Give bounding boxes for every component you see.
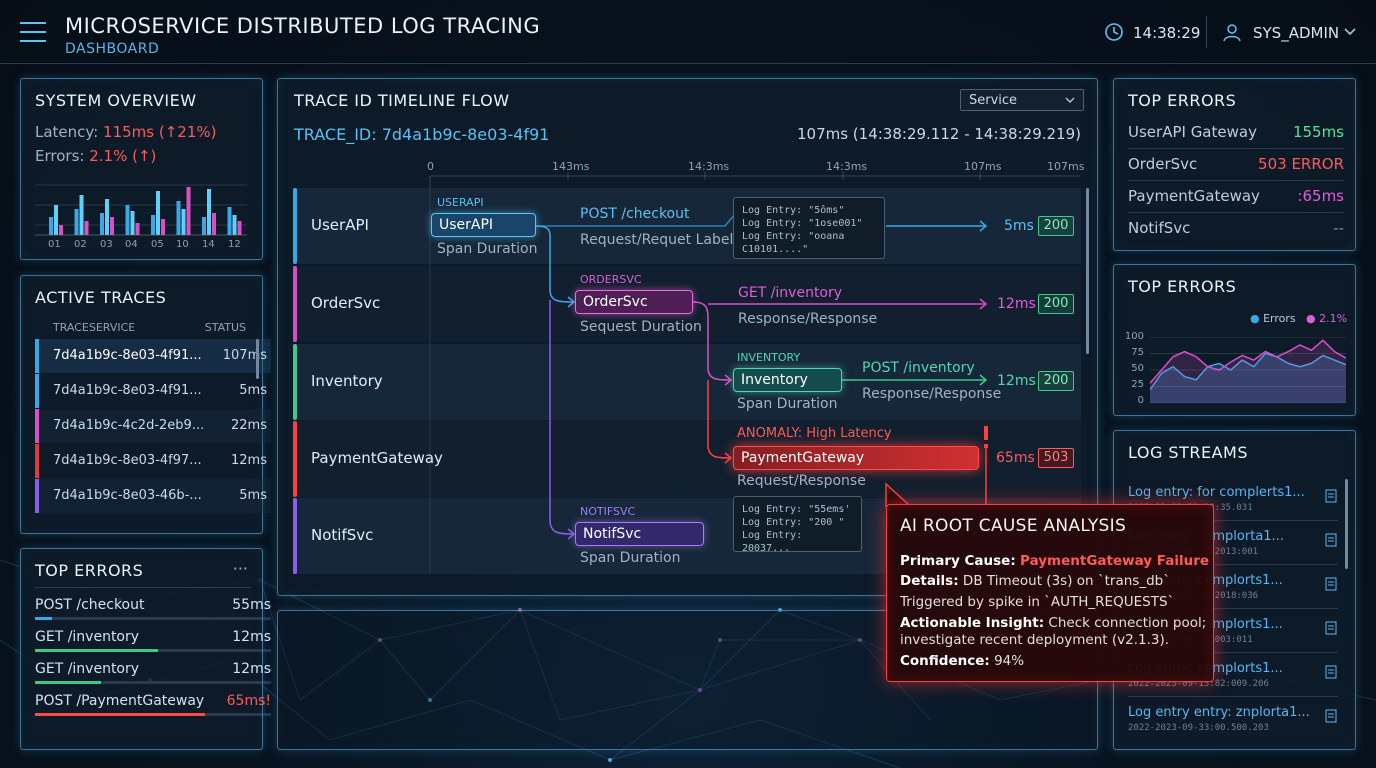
error-service-row[interactable]: UserAPI Gateway 155ms	[1128, 117, 1344, 149]
span-call-sub: Response/Response	[738, 311, 878, 327]
legend-pct: ● 2.1%	[1306, 312, 1348, 325]
span-inventory[interactable]: Inventory	[733, 368, 842, 392]
status-badge: 200	[1038, 294, 1074, 314]
span-tag: NOTIFSVC	[580, 505, 636, 518]
error-service-row[interactable]: OrderSvc 503 ERROR	[1128, 149, 1344, 181]
span-ms: 12ms	[997, 373, 1036, 389]
status-badge: 503	[1038, 448, 1074, 468]
legend-errors: ● Errors	[1250, 312, 1296, 325]
ai-insight-label: Actionable Insight:	[900, 615, 1045, 631]
log-line: Log Entry: "5ôms"	[742, 205, 845, 216]
span-ms: 65ms	[996, 450, 1035, 466]
ai-details-value: DB Timeout (3s) on `trans_db`	[962, 573, 1170, 589]
legend-pct-label: 2.1%	[1319, 312, 1348, 325]
y-tick: 50	[1131, 363, 1144, 374]
ai-trigger: Triggered by spike in `AUTH_REQUESTS`	[900, 594, 1175, 610]
y-tick: 75	[1131, 347, 1144, 358]
span-ms: 5ms	[1004, 218, 1034, 234]
log-entry-box: Log Entry: "5ôms" Log Entry: "1ose001" L…	[733, 197, 885, 259]
error-service-row[interactable]: PaymentGateway :65ms	[1128, 181, 1344, 213]
document-icon[interactable]	[1324, 709, 1338, 723]
log-entry-box: Log Entry: "55ems' Log Entry: "200 " Log…	[733, 496, 862, 554]
status-badge: 200	[1038, 371, 1074, 391]
service-value: 503 ERROR	[1258, 155, 1344, 173]
span-call: POST /checkout	[580, 206, 690, 222]
ai-primary-label: Primary Cause:	[900, 553, 1016, 569]
ai-primary: Primary Cause: PaymentGateway Failure	[900, 553, 1209, 569]
document-icon[interactable]	[1324, 489, 1338, 503]
y-tick-labels: 100 75 50 25 0	[1120, 331, 1148, 411]
top-errors-area-chart	[1150, 337, 1346, 403]
span-call: POST /inventory	[862, 360, 975, 376]
service-label: NotifSvc	[1128, 219, 1191, 237]
span-paymentgateway[interactable]: PaymentGateway	[733, 446, 979, 470]
ai-confidence-value: 94%	[994, 653, 1025, 669]
ai-insight: Actionable Insight: Check connection poo…	[900, 615, 1206, 631]
span-sub: Sequest Duration	[580, 319, 702, 335]
top-errors-right-panel: TOP ERRORS UserAPI Gateway 155ms OrderSv…	[1113, 78, 1356, 251]
service-value: 155ms	[1292, 123, 1344, 141]
span-tag: ORDERSVC	[580, 273, 642, 286]
log-line: Log Entry: "ooana C10101...."	[742, 231, 845, 255]
span-userapi[interactable]: UserAPI	[431, 213, 536, 237]
anomaly-tag: ANOMALY: High Latency	[737, 426, 892, 441]
status-badge: 200	[1038, 216, 1074, 236]
span-ms: 12ms	[997, 296, 1036, 312]
log-stream-text: Log entry entry: znplorta1...	[1128, 705, 1310, 720]
span-call: GET /inventory	[738, 285, 843, 301]
span-sub: Span Duration	[737, 396, 838, 412]
span-sub: Request/Response	[737, 473, 866, 489]
span-call-sub: Response/Response	[862, 386, 1002, 402]
log-line: Log Entry: 20037...	[742, 530, 803, 554]
log-streams-title: LOG STREAMS	[1128, 443, 1248, 462]
span-ordersvc[interactable]: OrderSvc	[575, 290, 693, 314]
log-stream-time: 2022-2023-09-33:00.500.203	[1128, 723, 1269, 733]
ai-details: Details: DB Timeout (3s) on `trans_db`	[900, 573, 1170, 589]
span-sub: Span Duration	[580, 550, 681, 566]
top-errors-right-title: TOP ERRORS	[1128, 91, 1237, 110]
top-errors-chart-panel: TOP ERRORS ● Errors ● 2.1% 100 75 50 25 …	[1113, 264, 1356, 416]
document-icon[interactable]	[1324, 665, 1338, 679]
log-stream-text: Log entry: for complerts1...	[1128, 485, 1305, 500]
series-area	[1150, 340, 1346, 403]
document-icon[interactable]	[1324, 577, 1338, 591]
span-sub: Span Duration	[437, 241, 538, 257]
span-call-sub: Request/Requet Label	[580, 232, 734, 248]
ai-insight-2: investigate recent deployment (v2.1.3).	[900, 632, 1170, 648]
ai-primary-value: PaymentGateway Failure	[1020, 553, 1210, 569]
span-tag: USERAPI	[437, 196, 484, 209]
ai-root-cause-panel: AI ROOT CAUSE ANALYSIS Primary Cause: Pa…	[886, 504, 1214, 682]
service-label: UserAPI Gateway	[1128, 123, 1257, 141]
service-value: --	[1333, 219, 1344, 237]
y-tick: 100	[1124, 331, 1144, 342]
log-stream-row[interactable]: Log entry entry: znplorta1... 2022-2023-…	[1128, 697, 1338, 741]
ai-insight-value: Check connection pool;	[1048, 615, 1207, 631]
ai-details-label: Details:	[900, 573, 959, 589]
y-tick: 0	[1137, 395, 1144, 406]
legend-errors-label: Errors	[1263, 312, 1296, 325]
top-errors-chart-title: TOP ERRORS	[1128, 277, 1237, 296]
service-label: PaymentGateway	[1128, 187, 1260, 205]
document-icon[interactable]	[1324, 533, 1338, 547]
service-label: OrderSvc	[1128, 155, 1198, 173]
span-tag: INVENTORY	[737, 351, 801, 364]
document-icon[interactable]	[1324, 621, 1338, 635]
log-line: Log Entry: "1ose001"	[742, 218, 863, 229]
y-tick: 25	[1131, 379, 1144, 390]
ai-confidence-label: Confidence:	[900, 653, 990, 669]
error-service-row[interactable]: NotifSvc --	[1128, 213, 1344, 245]
span-notifsvc[interactable]: NotifSvc	[575, 522, 704, 546]
ai-confidence: Confidence: 94%	[900, 653, 1024, 669]
ai-title: AI ROOT CAUSE ANALYSIS	[900, 516, 1127, 536]
service-value: :65ms	[1297, 187, 1344, 205]
log-line: Log Entry: "200 "	[742, 517, 845, 528]
log-line: Log Entry: "55ems'	[742, 504, 851, 515]
timeline-scrollbar[interactable]	[1086, 188, 1089, 354]
log-streams-scrollbar[interactable]	[1345, 479, 1348, 569]
